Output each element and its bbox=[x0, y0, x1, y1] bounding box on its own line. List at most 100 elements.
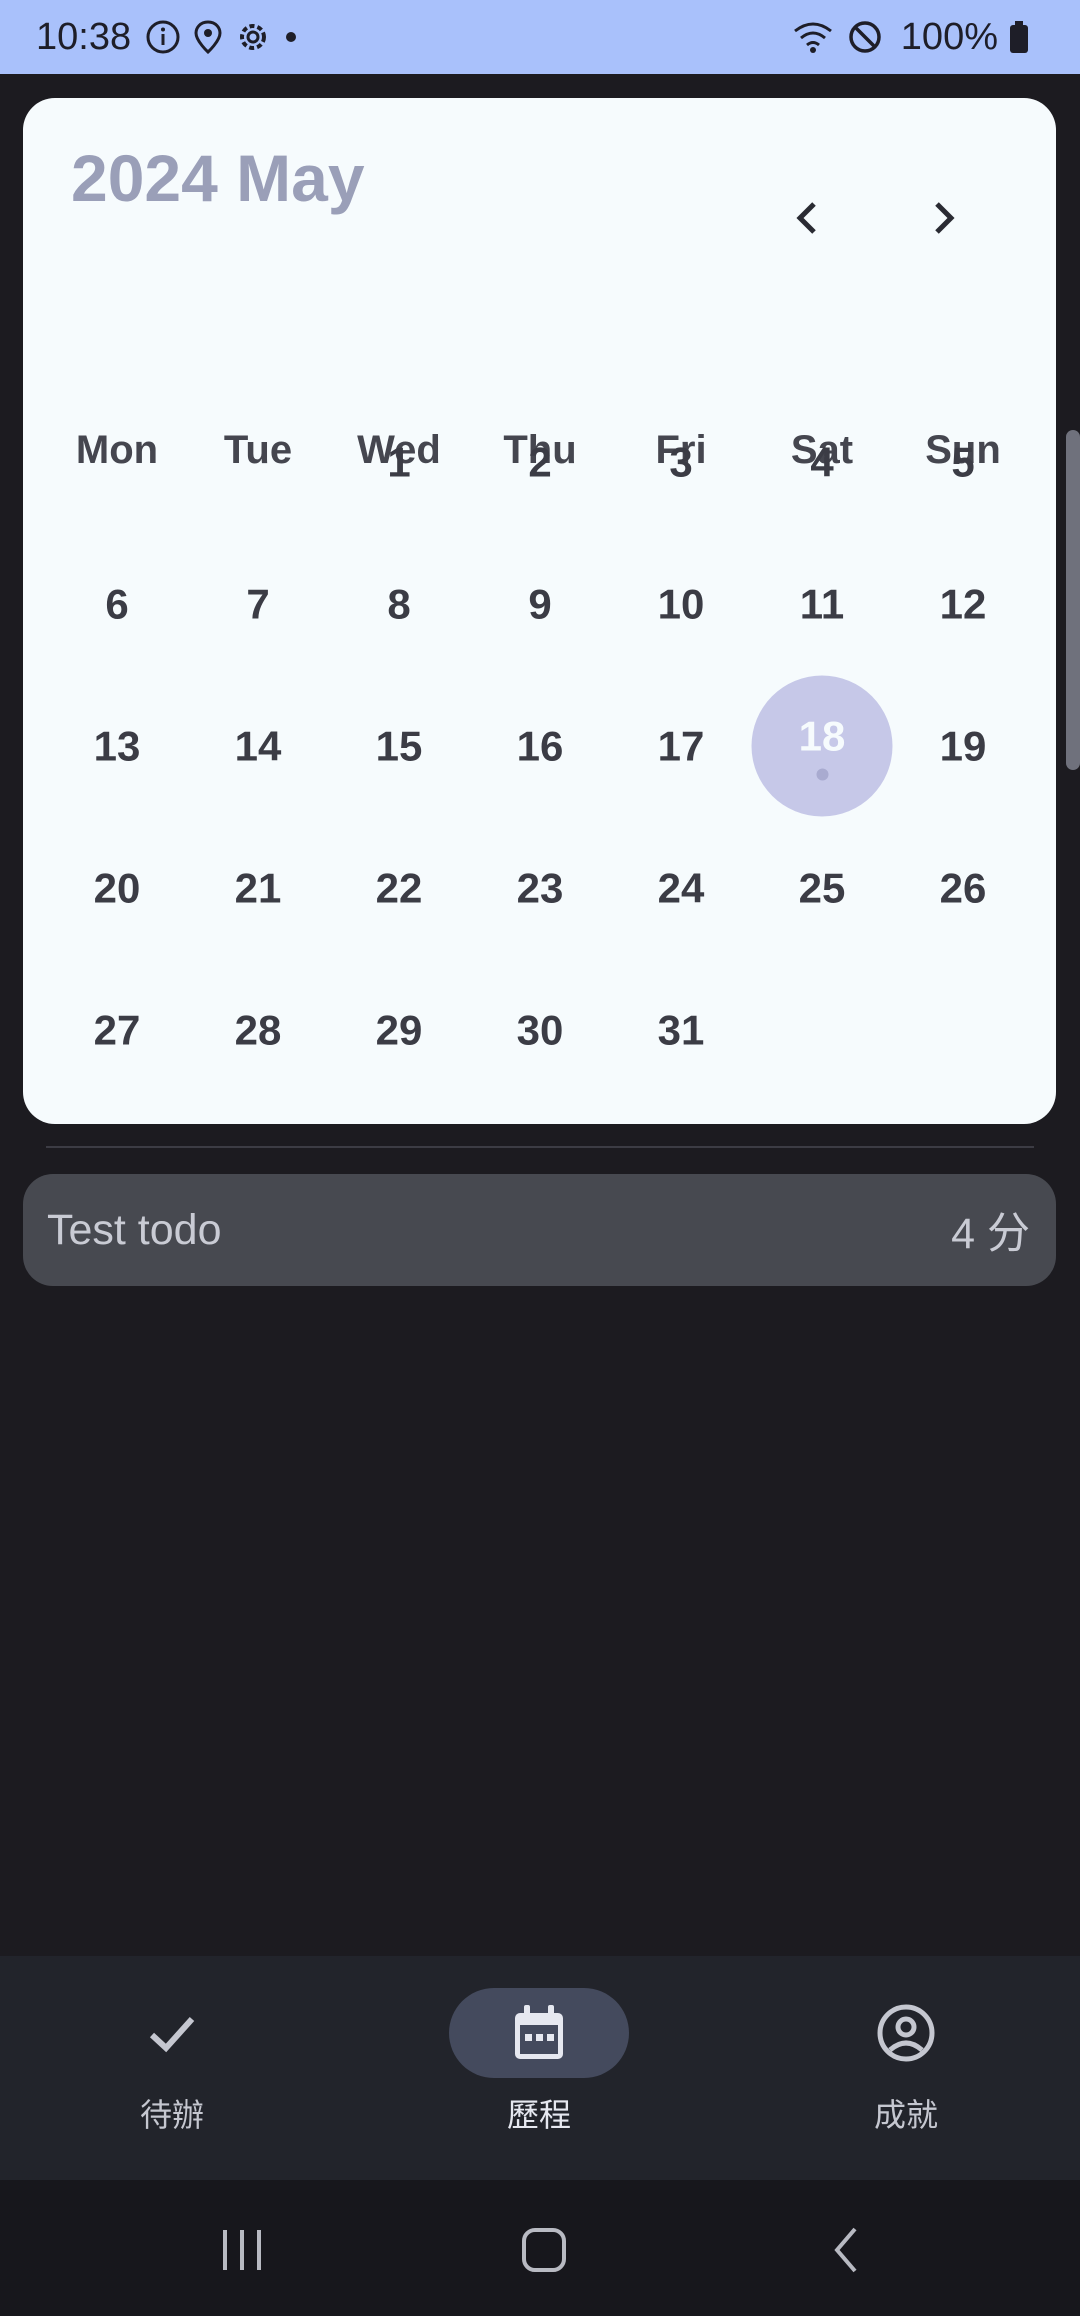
nav-label-history: 歷程 bbox=[506, 2096, 571, 2134]
calendar-day[interactable]: 13 bbox=[47, 676, 188, 817]
recents-icon bbox=[223, 2230, 261, 2270]
calendar-icon bbox=[515, 2005, 563, 2059]
day-number: 25 bbox=[798, 864, 846, 911]
day-number: 14 bbox=[234, 722, 282, 769]
day-number: 19 bbox=[939, 722, 987, 769]
day-number: 13 bbox=[93, 722, 141, 769]
weekday-mon: Mon bbox=[75, 428, 159, 472]
calendar-day[interactable]: 19 bbox=[893, 676, 1034, 817]
calendar-day[interactable]: 17 bbox=[611, 676, 752, 817]
check-icon bbox=[149, 2016, 195, 2053]
status-left: 10:38 bbox=[36, 16, 311, 59]
divider bbox=[46, 1146, 1034, 1148]
next-month-button[interactable] bbox=[903, 178, 983, 258]
day-number: 30 bbox=[516, 1006, 564, 1053]
calendar-day[interactable]: 16 bbox=[470, 676, 611, 817]
home-icon bbox=[522, 2228, 566, 2272]
home-button[interactable] bbox=[499, 2220, 589, 2280]
calendar-day[interactable]: 14 bbox=[188, 676, 329, 817]
system-navigation-bar bbox=[0, 2180, 1080, 2316]
nav-item-todo[interactable]: 待辦 bbox=[72, 1988, 272, 2158]
day-number: 2 bbox=[528, 438, 552, 485]
nav-icon-container bbox=[816, 1988, 996, 2078]
day-number: 1 bbox=[387, 438, 411, 485]
bottom-navigation: 待辦 歷程 成就 bbox=[0, 1956, 1080, 2180]
day-number: 27 bbox=[93, 1006, 141, 1053]
location-icon bbox=[193, 19, 223, 55]
status-bar: 10:38 100% bbox=[0, 0, 1080, 74]
settings-icon bbox=[235, 19, 271, 55]
info-icon bbox=[145, 19, 181, 55]
calendar-day[interactable]: 1 bbox=[329, 392, 470, 533]
back-button[interactable] bbox=[802, 2220, 892, 2280]
day-number: 12 bbox=[939, 580, 987, 627]
day-number: 29 bbox=[375, 1006, 423, 1053]
day-number: 7 bbox=[246, 580, 270, 627]
calendar-day[interactable]: 8 bbox=[329, 534, 470, 675]
scroll-indicator[interactable] bbox=[1066, 430, 1080, 770]
day-number: 16 bbox=[516, 722, 564, 769]
calendar-day[interactable]: 25 bbox=[752, 818, 893, 959]
calendar-day[interactable]: 3 bbox=[611, 392, 752, 533]
back-icon bbox=[834, 2227, 857, 2273]
nav-item-history[interactable]: 歷程 bbox=[439, 1988, 639, 2158]
day-number: 17 bbox=[657, 722, 705, 769]
previous-month-button[interactable] bbox=[768, 178, 848, 258]
day-number: 9 bbox=[528, 580, 552, 627]
day-number: 22 bbox=[375, 864, 423, 911]
nav-icon-container-active bbox=[449, 1988, 629, 2078]
day-number: 8 bbox=[387, 580, 411, 627]
wifi-icon bbox=[791, 19, 835, 55]
month-title: 2024 May bbox=[71, 141, 365, 215]
day-number: 20 bbox=[93, 864, 141, 911]
todo-title: Test todo bbox=[47, 1205, 222, 1254]
day-number: 15 bbox=[375, 722, 423, 769]
calendar-day[interactable]: 29 bbox=[329, 960, 470, 1101]
battery-icon bbox=[1008, 19, 1030, 55]
day-number: 5 bbox=[951, 438, 975, 485]
calendar-day[interactable]: 27 bbox=[47, 960, 188, 1101]
status-time: 10:38 bbox=[36, 15, 132, 58]
event-dot bbox=[816, 768, 828, 780]
calendar-day[interactable]: 5 bbox=[893, 392, 1034, 533]
calendar-day-selected[interactable]: 18 bbox=[751, 675, 893, 817]
calendar-day[interactable]: 26 bbox=[893, 818, 1034, 959]
calendar-day[interactable]: 9 bbox=[470, 534, 611, 675]
calendar-day[interactable]: 12 bbox=[893, 534, 1034, 675]
day-number: 3 bbox=[669, 438, 693, 485]
day-number: 28 bbox=[234, 1006, 282, 1053]
calendar-day[interactable]: 23 bbox=[470, 818, 611, 959]
todo-item[interactable]: Test todo 4 分 bbox=[23, 1174, 1056, 1286]
calendar-day[interactable]: 28 bbox=[188, 960, 329, 1101]
day-number: 6 bbox=[105, 580, 129, 627]
battery-percent: 100% bbox=[900, 15, 998, 58]
nav-item-achievements[interactable]: 成就 bbox=[806, 1988, 1006, 2158]
calendar-day[interactable]: 24 bbox=[611, 818, 752, 959]
calendar-day[interactable]: 7 bbox=[188, 534, 329, 675]
calendar-day[interactable]: 2 bbox=[470, 392, 611, 533]
day-number: 24 bbox=[657, 864, 705, 911]
day-number: 10 bbox=[657, 580, 705, 627]
day-number: 4 bbox=[810, 438, 834, 485]
calendar-day[interactable]: 31 bbox=[611, 960, 752, 1101]
account-circle-icon bbox=[877, 2004, 935, 2062]
calendar-day[interactable]: 4 bbox=[752, 392, 893, 533]
status-right: 100% bbox=[791, 16, 1042, 59]
todo-points: 4 分 bbox=[951, 1210, 1030, 1258]
day-number: 23 bbox=[516, 864, 564, 911]
day-number: 11 bbox=[799, 580, 845, 627]
chevron-left-icon bbox=[796, 202, 816, 234]
calendar-day[interactable]: 30 bbox=[470, 960, 611, 1101]
nav-label-achievements: 成就 bbox=[873, 2096, 938, 2134]
calendar-day[interactable]: 22 bbox=[329, 818, 470, 959]
calendar-day[interactable]: 20 bbox=[47, 818, 188, 959]
calendar-day[interactable]: 15 bbox=[329, 676, 470, 817]
recents-button[interactable] bbox=[197, 2220, 287, 2280]
calendar-day[interactable]: 21 bbox=[188, 818, 329, 959]
nav-icon-container bbox=[82, 1988, 262, 2078]
calendar-day[interactable]: 11 bbox=[752, 534, 893, 675]
day-number: 21 bbox=[234, 864, 282, 911]
day-number: 18 bbox=[798, 712, 846, 759]
calendar-day[interactable]: 10 bbox=[611, 534, 752, 675]
calendar-day[interactable]: 6 bbox=[47, 534, 188, 675]
